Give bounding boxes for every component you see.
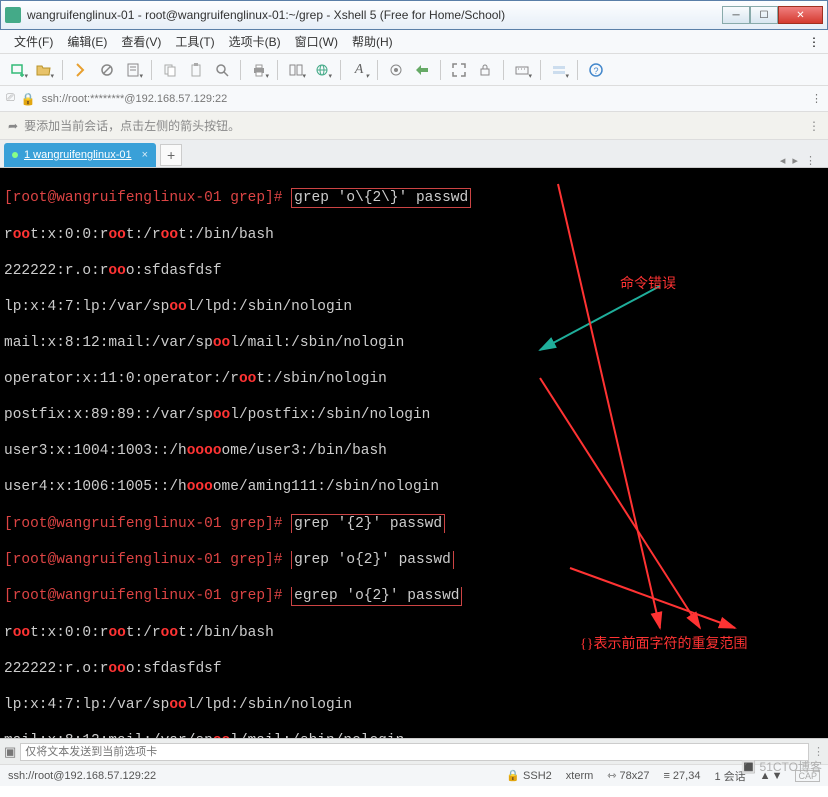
address-add-icon[interactable]: ⎚ [6,92,15,105]
address-text[interactable]: ssh://root:********@192.168.57.129:22 [42,93,805,105]
hint-bar: ➦ 要添加当前会话，点击左侧的箭头按钮。 ⋮ [0,112,828,140]
menu-view[interactable]: 查看(V) [115,31,167,52]
minimize-button[interactable]: ─ [722,6,750,24]
xagent-button[interactable] [384,58,408,82]
compose-bar: ▣ ⋮ [0,738,828,764]
cmd-box-4: egrep 'o{2}' passwd [291,587,462,606]
tab-label: 1 wangruifenglinux-01 [24,149,132,161]
hint-icon[interactable]: ➦ [8,119,18,133]
globe-button[interactable] [310,58,334,82]
add-tab-button[interactable]: + [160,144,182,166]
cmd-box-2: grep '{2}' passwd [291,514,445,533]
address-bar: ⎚ 🔒 ssh://root:********@192.168.57.129:2… [0,86,828,112]
menu-tabs[interactable]: 选项卡(B) [223,31,287,52]
tab-status-dot [12,152,18,158]
status-bar: ssh://root@192.168.57.129:22 🔒 SSH2 xter… [0,764,828,786]
status-size: ⇿ 78x27 [607,769,649,782]
keymap-button[interactable] [510,58,534,82]
new-session-button[interactable] [6,58,30,82]
find-button[interactable] [210,58,234,82]
open-button[interactable] [32,58,56,82]
highlight-button[interactable] [547,58,571,82]
font-button[interactable]: A [347,58,371,82]
disconnect-button[interactable] [95,58,119,82]
properties-button[interactable] [121,58,145,82]
xftp-button[interactable] [410,58,434,82]
status-ssh: 🔒 SSH2 [506,769,551,782]
menu-tools[interactable]: 工具(T) [169,31,220,52]
fullscreen-button[interactable] [447,58,471,82]
cmd-box-3: grep 'o{2}' passwd [291,551,454,569]
titlebar: wangruifenglinux-01 - root@wangruifengli… [0,0,828,30]
tab-nav[interactable]: ◂ ▸ ⋮ [774,154,824,167]
lock-button[interactable] [473,58,497,82]
status-pos: ≡ 27,34 [664,770,701,782]
menu-window[interactable]: 窗口(W) [289,31,344,52]
layout-button[interactable] [284,58,308,82]
app-icon [5,7,21,23]
paste-button[interactable] [184,58,208,82]
watermark: 🔳 51CTO博客 [741,758,822,775]
menu-overflow[interactable]: ⋮ [808,35,820,49]
svg-text:?: ? [593,66,598,76]
compose-overflow[interactable]: ⋮ [813,745,824,758]
status-address: ssh://root@192.168.57.129:22 [8,770,156,782]
menu-help[interactable]: 帮助(H) [346,31,399,52]
address-overflow[interactable]: ⋮ [811,92,822,105]
status-term: xterm [566,770,594,782]
copy-button[interactable] [158,58,182,82]
tab-session-1[interactable]: 1 wangruifenglinux-01 × [4,143,156,167]
terminal[interactable]: [root@wangruifenglinux-01 grep]# grep 'o… [0,168,828,738]
menu-file[interactable]: 文件(F) [8,31,59,52]
toolbar: A ? [0,54,828,86]
menubar: 文件(F) 编辑(E) 查看(V) 工具(T) 选项卡(B) 窗口(W) 帮助(… [0,30,828,54]
hint-text: 要添加当前会话，点击左侧的箭头按钮。 [24,117,240,134]
compose-icon[interactable]: ▣ [4,744,16,760]
lock-icon: 🔒 [21,92,36,106]
tab-close-icon[interactable]: × [142,149,148,161]
reconnect-button[interactable] [69,58,93,82]
maximize-button[interactable]: ☐ [750,6,778,24]
compose-input[interactable] [20,743,809,761]
close-button[interactable]: ✕ [778,6,823,24]
menu-edit[interactable]: 编辑(E) [61,31,113,52]
hint-overflow[interactable]: ⋮ [808,119,820,133]
window-title: wangruifenglinux-01 - root@wangruifengli… [27,8,722,22]
cmd-box-1: grep 'o\{2\}' passwd [291,188,471,208]
tab-bar: 1 wangruifenglinux-01 × + ◂ ▸ ⋮ [0,140,828,168]
print-button[interactable] [247,58,271,82]
help-button[interactable]: ? [584,58,608,82]
